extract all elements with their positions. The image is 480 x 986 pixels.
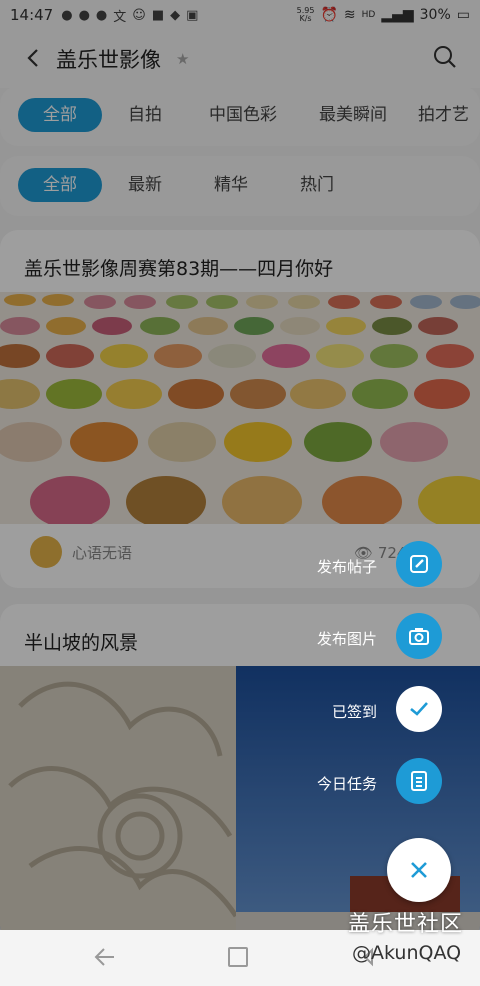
nav-back-icon[interactable] [92,946,118,972]
new-image-button[interactable] [396,613,442,659]
fab-label-new-post[interactable]: 发布帖子 [277,556,377,577]
checked-in-button[interactable] [396,686,442,732]
edit-icon [410,555,428,573]
nav-home-icon[interactable] [228,947,248,967]
watermark-user: @AkunQAQ [352,942,462,964]
check-icon [410,702,428,716]
task-list-icon [411,771,427,791]
fab-label-daily-tasks[interactable]: 今日任务 [277,773,377,794]
fab-label-new-image[interactable]: 发布图片 [277,628,377,649]
daily-tasks-button[interactable] [396,758,442,804]
camera-icon [409,628,429,645]
fab-label-checked-in[interactable]: 已签到 [277,701,377,722]
watermark-brand: 盖乐世社区 [348,912,464,937]
close-menu-button[interactable] [387,838,451,902]
new-post-button[interactable] [396,541,442,587]
close-icon [411,862,427,878]
